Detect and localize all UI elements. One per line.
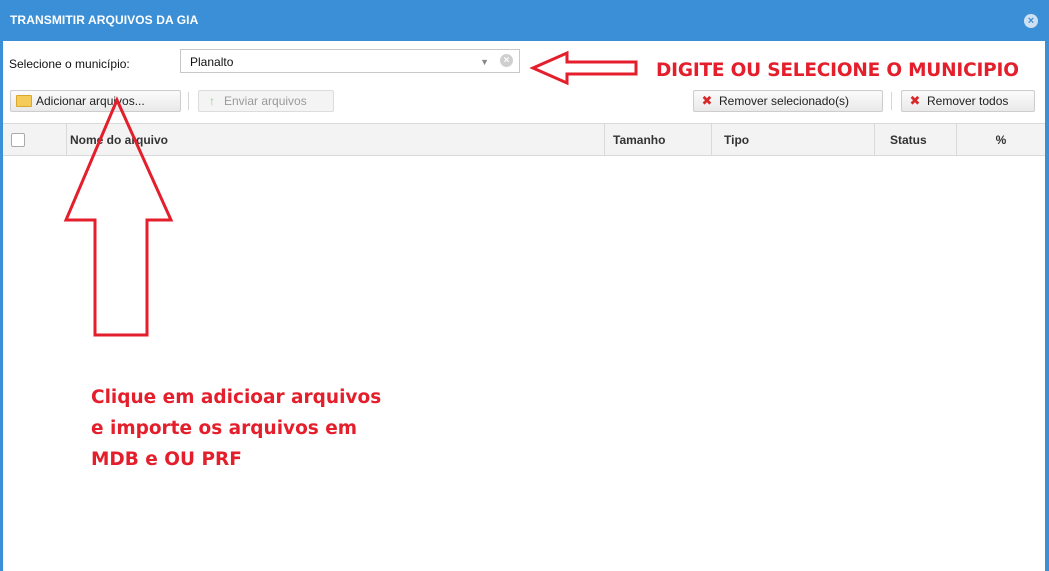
send-files-button[interactable]: ↑ Enviar arquivos xyxy=(198,90,334,112)
remove-x-icon: ✖ xyxy=(701,93,713,108)
remove-all-label: Remover todos xyxy=(927,94,1009,108)
remove-x-icon: ✖ xyxy=(909,93,921,108)
select-all-column[interactable] xyxy=(3,124,67,155)
select-all-checkbox[interactable] xyxy=(11,133,25,147)
toolbar-divider xyxy=(891,92,892,110)
close-icon[interactable]: × xyxy=(1024,14,1038,28)
toolbar-divider xyxy=(188,92,189,110)
file-grid-header: Nome do arquivo Tamanho Tipo Status % xyxy=(3,123,1045,156)
folder-icon xyxy=(16,91,32,111)
add-files-button[interactable]: Adicionar arquivos... xyxy=(10,90,181,112)
column-header-percent[interactable]: % xyxy=(957,124,1045,155)
remove-selected-button[interactable]: ✖ Remover selecionado(s) xyxy=(693,90,883,112)
column-header-name[interactable]: Nome do arquivo xyxy=(67,124,605,155)
column-header-size[interactable]: Tamanho xyxy=(605,124,712,155)
dialog-body: Selecione o município: Planalto ▼ × Adic… xyxy=(3,41,1045,571)
column-header-type[interactable]: Tipo xyxy=(712,124,875,155)
remove-all-button[interactable]: ✖ Remover todos xyxy=(901,90,1035,112)
dialog-titlebar: TRANSMITIR ARQUIVOS DA GIA × xyxy=(0,0,1049,41)
dialog-title: TRANSMITIR ARQUIVOS DA GIA xyxy=(10,13,199,27)
upload-dialog: TRANSMITIR ARQUIVOS DA GIA × Selecione o… xyxy=(0,0,1049,571)
send-files-label: Enviar arquivos xyxy=(224,94,307,108)
annotation-add-files: Clique em adicioar arquivos e importe os… xyxy=(91,387,382,470)
municipio-value[interactable]: Planalto xyxy=(190,55,233,69)
chevron-down-icon[interactable]: ▼ xyxy=(480,57,489,67)
add-files-label: Adicionar arquivos... xyxy=(36,94,145,108)
remove-selected-label: Remover selecionado(s) xyxy=(719,94,850,108)
upload-arrow-icon: ↑ xyxy=(209,94,215,108)
municipio-combobox[interactable]: Planalto ▼ × xyxy=(180,49,520,73)
file-grid-body xyxy=(3,156,1045,571)
municipio-label: Selecione o município: xyxy=(9,57,130,71)
clear-icon[interactable]: × xyxy=(500,54,513,67)
annotation-select-municipio: DIGITE OU SELECIONE O MUNICIPIO xyxy=(656,60,1019,81)
column-header-status[interactable]: Status xyxy=(875,124,957,155)
